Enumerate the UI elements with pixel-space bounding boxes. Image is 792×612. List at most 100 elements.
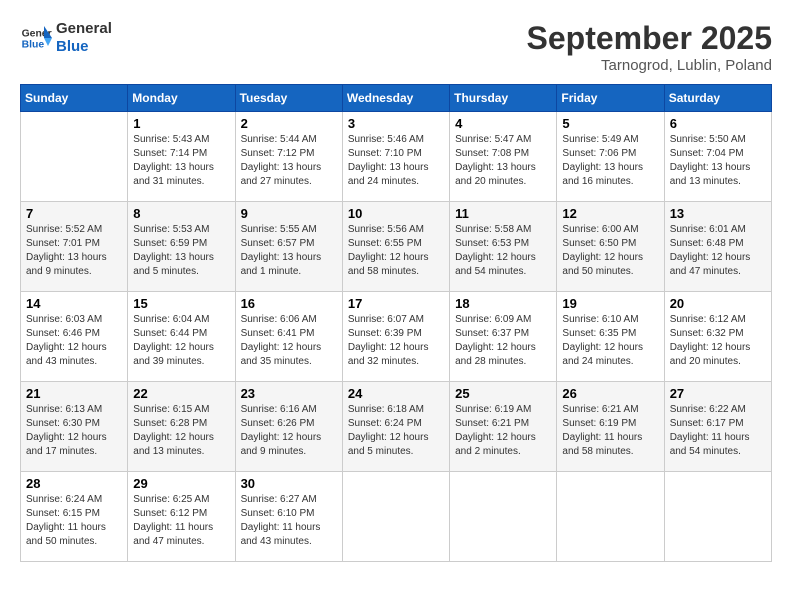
day-info: Sunrise: 6:03 AM Sunset: 6:46 PM Dayligh… — [26, 313, 122, 369]
header-tuesday: Tuesday — [235, 85, 342, 112]
day-number: 20 — [670, 296, 766, 311]
day-number: 4 — [455, 116, 551, 131]
month-title: September 2025 — [527, 20, 772, 57]
day-number: 10 — [348, 206, 444, 221]
page-header: General Blue GeneralBlue September 2025 … — [20, 20, 772, 74]
calendar-cell: 28 Sunrise: 6:24 AM Sunset: 6:15 PM Dayli… — [21, 472, 128, 562]
day-number: 24 — [348, 386, 444, 401]
calendar-cell: 1Sunrise: 5:43 AM Sunset: 7:14 PM Daylig… — [128, 112, 235, 202]
day-info: Sunrise: 6:27 AM Sunset: 6:10 PM Dayligh… — [241, 493, 337, 549]
day-info: Sunrise: 6:19 AM Sunset: 6:21 PM Dayligh… — [455, 403, 551, 459]
day-info: Sunrise: 6:15 AM Sunset: 6:28 PM Dayligh… — [133, 403, 229, 459]
day-number: 30 — [241, 476, 337, 491]
header-friday: Friday — [557, 85, 664, 112]
calendar-cell: 2 Sunrise: 5:44 AM Sunset: 7:12 PM Daylig… — [235, 112, 342, 202]
day-info: Sunrise: 5:55 AM Sunset: 6:57 PM Dayligh… — [241, 223, 337, 279]
calendar-cell: 13 Sunrise: 6:01 AM Sunset: 6:48 PM Dayli… — [664, 202, 771, 292]
day-info: Sunrise: 5:50 AM Sunset: 7:04 PM Dayligh… — [670, 133, 766, 189]
day-info: Sunrise: 6:16 AM Sunset: 6:26 PM Dayligh… — [241, 403, 337, 459]
calendar-cell — [21, 112, 128, 202]
day-number: 13 — [670, 206, 766, 221]
calendar-cell: 30 Sunrise: 6:27 AM Sunset: 6:10 PM Dayli… — [235, 472, 342, 562]
day-number: 29 — [133, 476, 229, 491]
day-number: 28 — [26, 476, 122, 491]
day-info: Sunrise: 5:52 AM Sunset: 7:01 PM Dayligh… — [26, 223, 122, 279]
logo-icon: General Blue — [20, 22, 52, 54]
header-thursday: Thursday — [450, 85, 557, 112]
day-info: Sunrise: 5:58 AM Sunset: 6:53 PM Dayligh… — [455, 223, 551, 279]
day-number: 5 — [562, 116, 658, 131]
calendar-cell: 9 Sunrise: 5:55 AM Sunset: 6:57 PM Daylig… — [235, 202, 342, 292]
calendar-cell: 6 Sunrise: 5:50 AM Sunset: 7:04 PM Daylig… — [664, 112, 771, 202]
calendar-cell: 5Sunrise: 5:49 AM Sunset: 7:06 PM Daylig… — [557, 112, 664, 202]
calendar-table: SundayMondayTuesdayWednesdayThursdayFrid… — [20, 84, 772, 562]
day-info: Sunrise: 6:18 AM Sunset: 6:24 PM Dayligh… — [348, 403, 444, 459]
calendar-header-row: SundayMondayTuesdayWednesdayThursdayFrid… — [21, 85, 772, 112]
day-number: 6 — [670, 116, 766, 131]
day-info: Sunrise: 5:47 AM Sunset: 7:08 PM Dayligh… — [455, 133, 551, 189]
day-info: Sunrise: 5:53 AM Sunset: 6:59 PM Dayligh… — [133, 223, 229, 279]
week-row-1: 1Sunrise: 5:43 AM Sunset: 7:14 PM Daylig… — [21, 112, 772, 202]
calendar-cell: 3Sunrise: 5:46 AM Sunset: 7:10 PM Daylig… — [342, 112, 449, 202]
logo: General Blue GeneralBlue — [20, 20, 112, 56]
day-info: Sunrise: 5:43 AM Sunset: 7:14 PM Dayligh… — [133, 133, 229, 189]
calendar-cell: 8 Sunrise: 5:53 AM Sunset: 6:59 PM Daylig… — [128, 202, 235, 292]
header-monday: Monday — [128, 85, 235, 112]
calendar-cell — [557, 472, 664, 562]
calendar-cell — [450, 472, 557, 562]
day-number: 2 — [241, 116, 337, 131]
calendar-cell: 15Sunrise: 6:04 AM Sunset: 6:44 PM Dayli… — [128, 292, 235, 382]
week-row-3: 14 Sunrise: 6:03 AM Sunset: 6:46 PM Dayli… — [21, 292, 772, 382]
calendar-cell: 19 Sunrise: 6:10 AM Sunset: 6:35 PM Dayli… — [557, 292, 664, 382]
day-info: Sunrise: 5:44 AM Sunset: 7:12 PM Dayligh… — [241, 133, 337, 189]
week-row-2: 7 Sunrise: 5:52 AM Sunset: 7:01 PM Daylig… — [21, 202, 772, 292]
day-number: 27 — [670, 386, 766, 401]
calendar-cell: 20 Sunrise: 6:12 AM Sunset: 6:32 PM Dayli… — [664, 292, 771, 382]
calendar-cell — [664, 472, 771, 562]
header-wednesday: Wednesday — [342, 85, 449, 112]
logo-text: GeneralBlue — [56, 20, 112, 56]
calendar-cell — [342, 472, 449, 562]
week-row-5: 28 Sunrise: 6:24 AM Sunset: 6:15 PM Dayli… — [21, 472, 772, 562]
calendar-cell: 21Sunrise: 6:13 AM Sunset: 6:30 PM Dayli… — [21, 382, 128, 472]
calendar-cell: 27 Sunrise: 6:22 AM Sunset: 6:17 PM Dayli… — [664, 382, 771, 472]
day-number: 23 — [241, 386, 337, 401]
day-number: 11 — [455, 206, 551, 221]
day-info: Sunrise: 6:25 AM Sunset: 6:12 PM Dayligh… — [133, 493, 229, 549]
calendar-cell: 17Sunrise: 6:07 AM Sunset: 6:39 PM Dayli… — [342, 292, 449, 382]
calendar-cell: 18 Sunrise: 6:09 AM Sunset: 6:37 PM Dayli… — [450, 292, 557, 382]
day-info: Sunrise: 6:12 AM Sunset: 6:32 PM Dayligh… — [670, 313, 766, 369]
header-sunday: Sunday — [21, 85, 128, 112]
svg-text:Blue: Blue — [22, 40, 45, 51]
day-info: Sunrise: 6:13 AM Sunset: 6:30 PM Dayligh… — [26, 403, 122, 459]
day-info: Sunrise: 6:21 AM Sunset: 6:19 PM Dayligh… — [562, 403, 658, 459]
calendar-cell: 10Sunrise: 5:56 AM Sunset: 6:55 PM Dayli… — [342, 202, 449, 292]
calendar-cell: 24 Sunrise: 6:18 AM Sunset: 6:24 PM Dayli… — [342, 382, 449, 472]
day-number: 7 — [26, 206, 122, 221]
day-number: 9 — [241, 206, 337, 221]
week-row-4: 21Sunrise: 6:13 AM Sunset: 6:30 PM Dayli… — [21, 382, 772, 472]
day-info: Sunrise: 6:09 AM Sunset: 6:37 PM Dayligh… — [455, 313, 551, 369]
calendar-cell: 14 Sunrise: 6:03 AM Sunset: 6:46 PM Dayli… — [21, 292, 128, 382]
day-number: 26 — [562, 386, 658, 401]
day-number: 16 — [241, 296, 337, 311]
calendar-cell: 11 Sunrise: 5:58 AM Sunset: 6:53 PM Dayli… — [450, 202, 557, 292]
day-number: 3 — [348, 116, 444, 131]
calendar-cell: 22 Sunrise: 6:15 AM Sunset: 6:28 PM Dayli… — [128, 382, 235, 472]
day-number: 18 — [455, 296, 551, 311]
day-number: 8 — [133, 206, 229, 221]
day-number: 22 — [133, 386, 229, 401]
header-saturday: Saturday — [664, 85, 771, 112]
calendar-cell: 12 Sunrise: 6:00 AM Sunset: 6:50 PM Dayli… — [557, 202, 664, 292]
day-info: Sunrise: 6:00 AM Sunset: 6:50 PM Dayligh… — [562, 223, 658, 279]
day-number: 25 — [455, 386, 551, 401]
day-number: 19 — [562, 296, 658, 311]
calendar-cell: 4 Sunrise: 5:47 AM Sunset: 7:08 PM Daylig… — [450, 112, 557, 202]
day-info: Sunrise: 6:22 AM Sunset: 6:17 PM Dayligh… — [670, 403, 766, 459]
day-number: 14 — [26, 296, 122, 311]
day-number: 15 — [133, 296, 229, 311]
day-number: 12 — [562, 206, 658, 221]
day-info: Sunrise: 6:10 AM Sunset: 6:35 PM Dayligh… — [562, 313, 658, 369]
day-info: Sunrise: 6:24 AM Sunset: 6:15 PM Dayligh… — [26, 493, 122, 549]
day-info: Sunrise: 6:01 AM Sunset: 6:48 PM Dayligh… — [670, 223, 766, 279]
